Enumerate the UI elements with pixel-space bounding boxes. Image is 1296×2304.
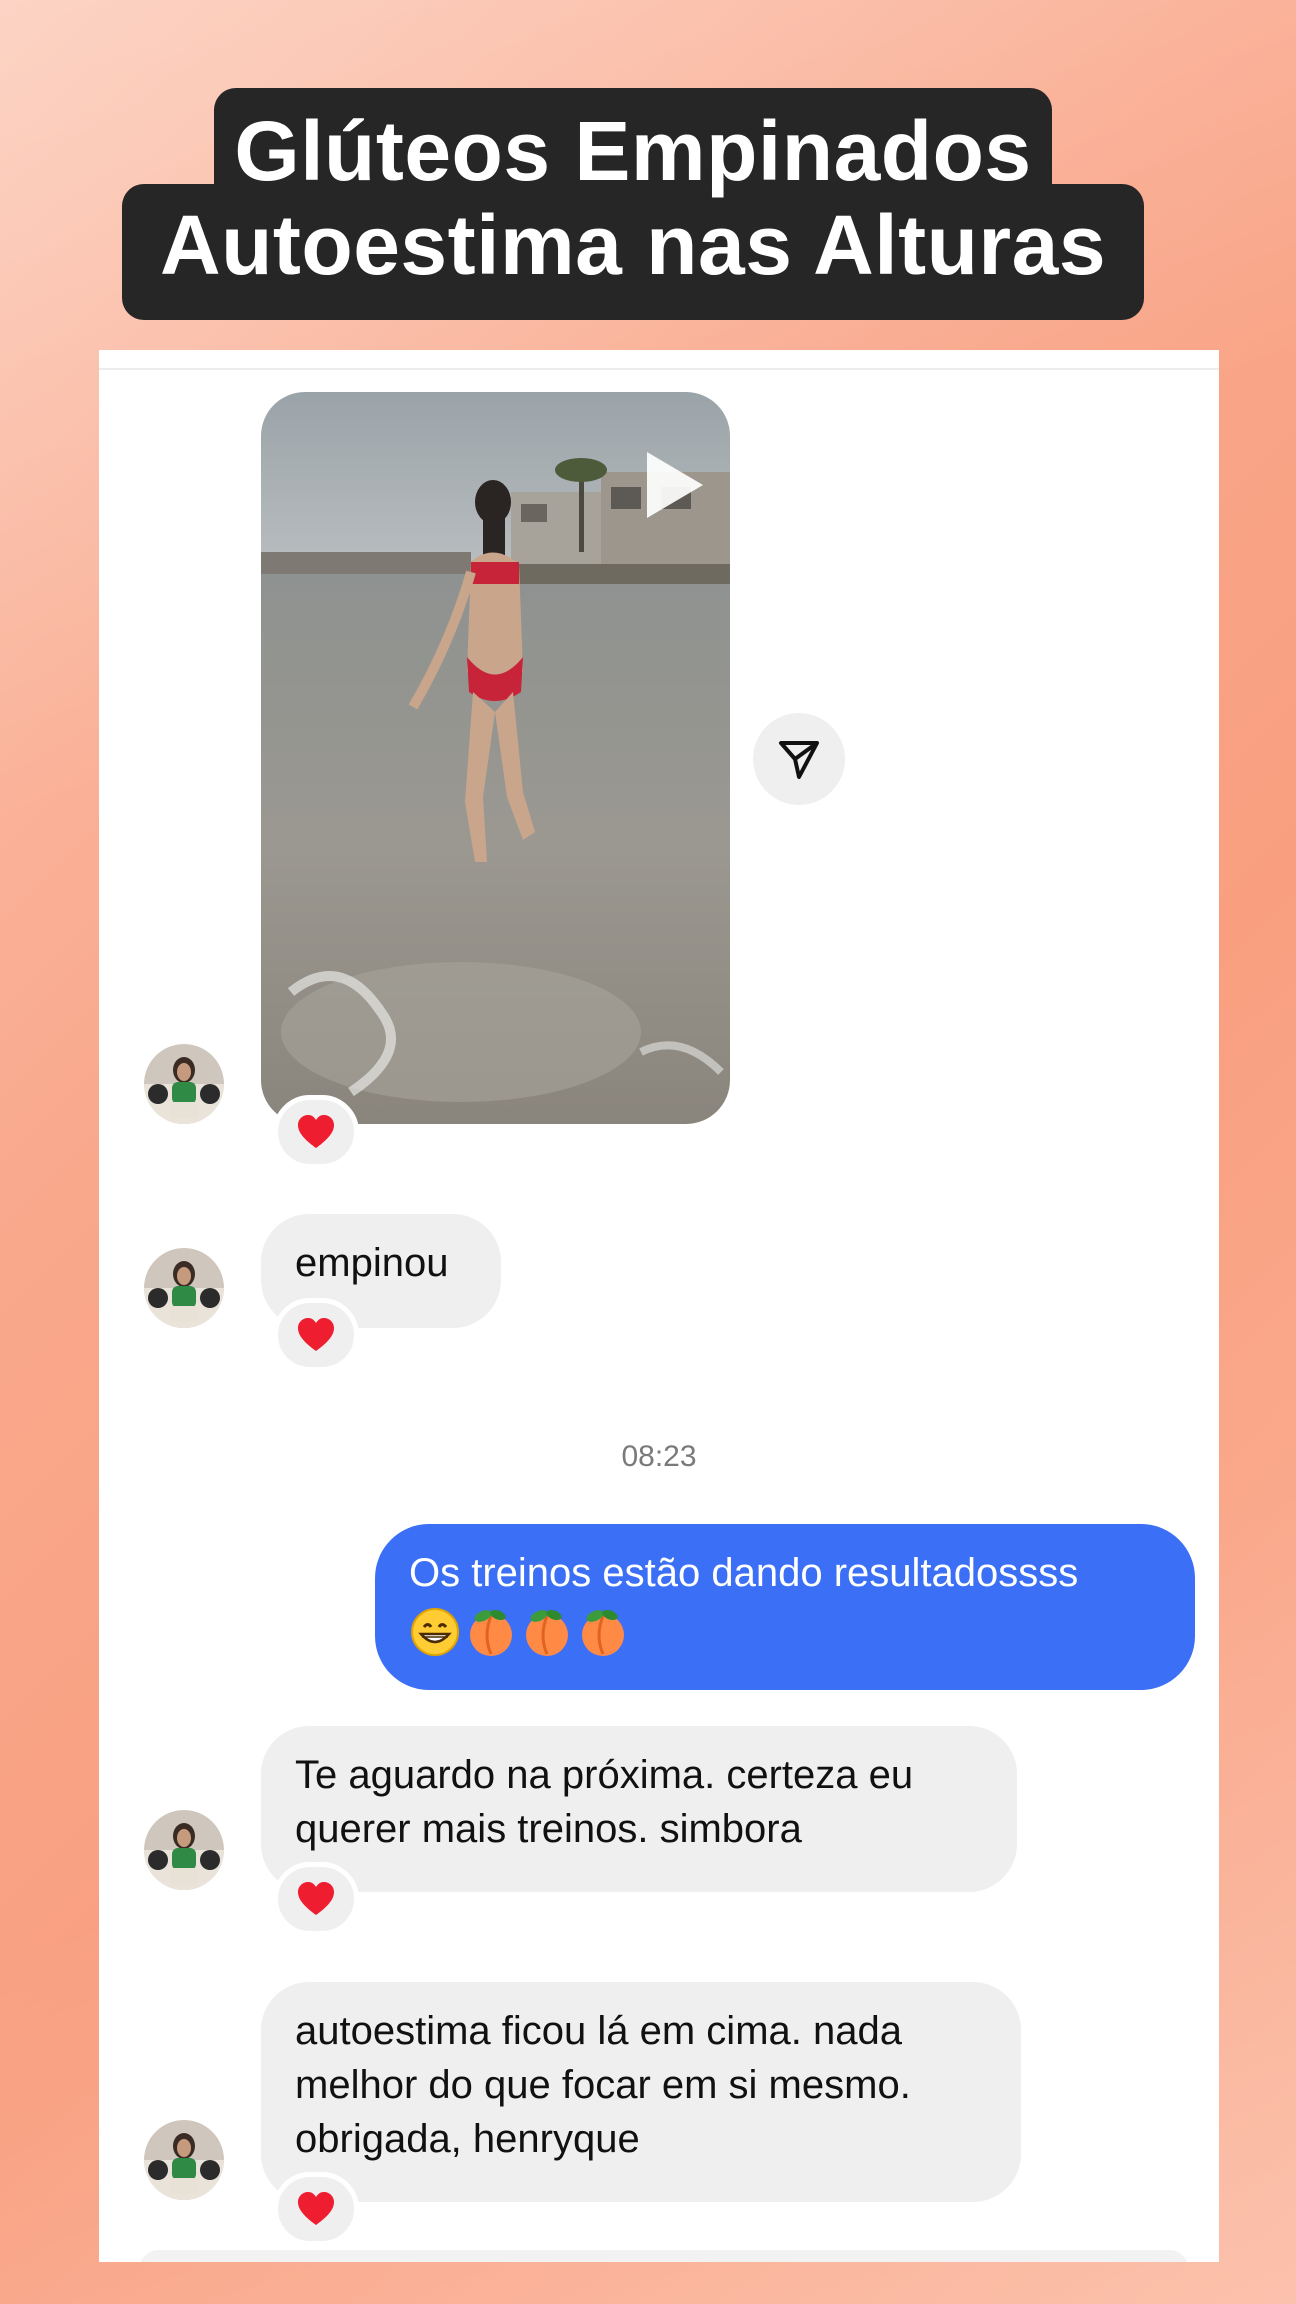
message-bubble[interactable]: Te aguardo na próxima. certeza eu querer… [261,1726,1017,1892]
play-icon[interactable] [641,448,707,522]
video-message[interactable] [261,392,730,1124]
chat-panel: empinou 08:23 Os treinos estão dando res… [99,350,1219,2262]
heart-icon [298,1115,334,1148]
grin-emoji [411,1608,459,1656]
title-line-2: Autoestima nas Alturas [159,198,1107,292]
avatar-image [144,1044,224,1124]
timestamp: 08:23 [621,1440,697,1473]
avatar-image [144,2120,224,2200]
reaction-heart[interactable] [273,1298,359,1372]
avatar[interactable] [144,1248,224,1328]
peach-emoji [526,1609,568,1656]
avatar-image [144,1248,224,1328]
heart-icon [298,1882,334,1915]
heart-icon [298,2192,334,2225]
page-title: Glúteos Empinados Autoestima nas Alturas [122,104,1144,292]
peach-emoji [470,1609,512,1656]
share-button[interactable] [753,713,845,805]
title-line-1: Glúteos Empinados [234,104,1032,198]
peach-emoji [582,1609,624,1656]
message-text: Os treinos estão dando resultadossss [409,1551,1079,1595]
avatar[interactable] [144,2120,224,2200]
message-text-line: Te aguardo na próxima. certeza eu [295,1753,914,1797]
avatar[interactable] [144,1810,224,1890]
message-text-line: obrigada, henryque [295,2117,640,2161]
divider [99,368,1219,370]
reaction-heart[interactable] [273,1095,359,1169]
reaction-heart[interactable] [273,2172,359,2246]
avatar-image [144,1810,224,1890]
avatar[interactable] [144,1044,224,1124]
message-input-edge [139,2250,1189,2262]
heart-icon [298,1318,334,1351]
message-text: empinou [295,1241,449,1285]
message-text-line: autoestima ficou lá em cima. nada [295,2009,902,2053]
message-text-line: querer mais treinos. simbora [295,1807,802,1851]
emoji-row [409,1606,1161,1658]
sent-message-bubble[interactable]: Os treinos estão dando resultadossss [375,1524,1195,1690]
message-bubble[interactable]: autoestima ficou lá em cima. nada melhor… [261,1982,1021,2202]
message-text-line: melhor do que focar em si mesmo. [295,2063,911,2107]
send-icon [779,741,819,779]
reaction-heart[interactable] [273,1862,359,1936]
